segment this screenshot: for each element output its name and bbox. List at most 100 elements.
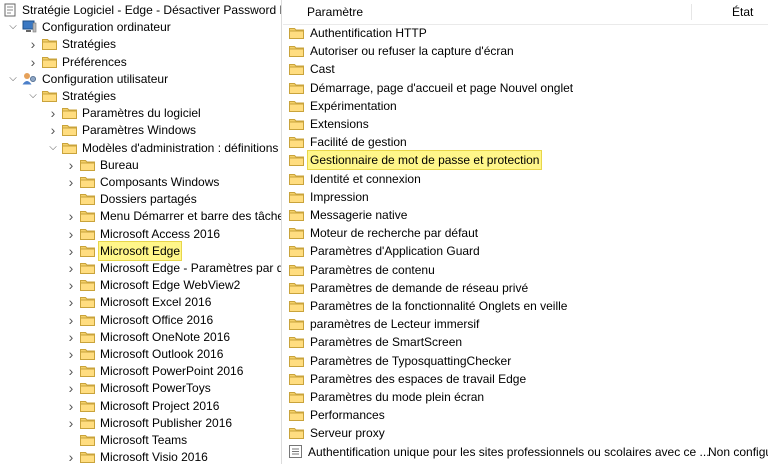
tree-item[interactable]: › Microsoft PowerPoint 2016 <box>64 362 244 380</box>
chevron-right-icon[interactable]: › <box>64 414 78 432</box>
settings-list-item[interactable]: Performances <box>287 406 387 424</box>
chevron-right-icon[interactable]: › <box>26 53 40 71</box>
setting-icon <box>289 444 302 463</box>
chevron-right-icon[interactable]: › <box>64 156 78 174</box>
tree-item[interactable]: › Microsoft Outlook 2016 <box>64 345 224 363</box>
chevron-right-icon[interactable]: › <box>64 207 78 225</box>
settings-list-item[interactable]: Expérimentation <box>287 97 399 115</box>
settings-list-item[interactable]: Cast <box>287 60 337 78</box>
tree-item[interactable]: Stratégie Logiciel - Edge - Désactiver P… <box>2 1 282 19</box>
chevron-down-icon[interactable]: ⌵ <box>26 87 40 105</box>
chevron-right-icon[interactable]: › <box>64 379 78 397</box>
settings-item-label: Facilité de gestion <box>310 135 407 150</box>
settings-list-item[interactable]: Authentification HTTP <box>287 24 429 42</box>
chevron-right-icon[interactable]: › <box>64 448 78 464</box>
tree-item[interactable]: › Microsoft Excel 2016 <box>64 293 212 311</box>
settings-list-item[interactable]: Paramètres des espaces de travail Edge <box>287 370 528 388</box>
tree-item[interactable]: › Bureau <box>64 156 140 174</box>
settings-item-label: Paramètres d'Application Guard <box>310 244 480 259</box>
chevron-right-icon[interactable]: › <box>64 328 78 346</box>
chevron-right-icon[interactable]: › <box>64 242 78 260</box>
settings-list-item[interactable]: Facilité de gestion <box>287 133 409 151</box>
tree-item[interactable]: Microsoft Teams <box>64 431 188 449</box>
chevron-right-icon[interactable]: › <box>64 362 78 380</box>
tree-item[interactable]: › Microsoft Visio 2016 <box>64 448 209 464</box>
settings-list-item[interactable]: Impression <box>287 188 371 206</box>
settings-item-label: Paramètres des espaces de travail Edge <box>310 371 527 386</box>
settings-item-label: Messagerie native <box>310 208 408 222</box>
tree-item-label: Configuration ordinateur <box>42 20 171 35</box>
chevron-right-icon[interactable]: › <box>64 345 78 363</box>
tree-item[interactable]: › Microsoft Edge WebView2 <box>64 276 241 294</box>
column-divider[interactable] <box>691 4 692 20</box>
tree-item[interactable]: ⌵ Configuration ordinateur <box>6 18 172 36</box>
settings-list-item[interactable]: Démarrage, page d'accueil et page Nouvel… <box>287 79 575 97</box>
settings-list-item[interactable]: Paramètres de demande de réseau privé <box>287 279 530 297</box>
chevron-right-icon[interactable]: › <box>46 121 60 139</box>
tree-item[interactable]: Dossiers partagés <box>64 190 198 208</box>
tree-item-label: Stratégie Logiciel - Edge - Désactiver P… <box>22 3 282 17</box>
chevron-right-icon[interactable]: › <box>64 311 78 329</box>
tree-item[interactable]: › Microsoft Edge - Paramètres par défa <box>64 259 281 277</box>
tree-item[interactable]: › Microsoft Office 2016 <box>64 311 214 329</box>
chevron-right-icon[interactable]: › <box>64 173 78 191</box>
tree-item[interactable]: ⌵ Configuration utilisateur <box>6 70 169 88</box>
tree-item[interactable]: ⌵ Stratégies <box>26 87 117 105</box>
tree-item[interactable]: › Stratégies <box>26 35 117 53</box>
tree-item-label: Composants Windows <box>100 175 220 189</box>
chevron-right-icon[interactable]: › <box>64 259 78 277</box>
tree-item[interactable]: › Préférences <box>26 53 128 71</box>
settings-item-label: Moteur de recherche par défaut <box>310 226 479 241</box>
tree-item[interactable]: › Composants Windows <box>64 173 220 191</box>
settings-list-pane: Paramètre État Authentification HTTP Auto… <box>283 0 768 464</box>
column-header-state[interactable]: État <box>732 5 753 19</box>
settings-item-label: Paramètres de SmartScreen <box>310 335 463 350</box>
settings-list-item[interactable]: Moteur de recherche par défaut <box>287 224 480 242</box>
settings-list-item[interactable]: Paramètres de TyposquattingChecker <box>287 352 513 370</box>
tree-item[interactable]: › Microsoft Edge <box>64 240 183 261</box>
tree-item-label: Stratégies <box>62 37 117 52</box>
settings-list-item[interactable]: Extensions <box>287 115 371 133</box>
chevron-right-icon[interactable]: › <box>64 397 78 415</box>
settings-list-item[interactable]: Paramètres de contenu <box>287 261 437 279</box>
chevron-down-icon[interactable]: ⌵ <box>46 139 60 157</box>
settings-list-item[interactable]: Autoriser ou refuser la capture d'écran <box>287 42 516 60</box>
settings-list-item[interactable]: Messagerie native <box>287 206 409 224</box>
settings-list-item[interactable]: Paramètres de la fonctionnalité Onglets … <box>287 297 569 315</box>
tree-item-label: Paramètres du logiciel <box>82 106 201 121</box>
tree-item[interactable]: › Microsoft Access 2016 <box>64 225 221 243</box>
settings-item-label: Paramètres de contenu <box>310 262 435 277</box>
settings-list-item[interactable]: paramètres de Lecteur immersif <box>287 315 481 333</box>
tree-item[interactable]: ⌵ Modèles d'administration : définitions … <box>46 139 281 157</box>
tree-item[interactable]: › Microsoft PowerToys <box>64 379 212 397</box>
tree-item[interactable]: › Microsoft OneNote 2016 <box>64 328 231 346</box>
chevron-right-icon[interactable]: › <box>64 293 78 311</box>
settings-item-label: Paramètres de demande de réseau privé <box>310 280 529 295</box>
column-header-setting[interactable]: Paramètre <box>307 5 363 19</box>
tree-item-label: Microsoft Office 2016 <box>100 312 214 327</box>
settings-item-label: Paramètres de la fonctionnalité Onglets … <box>310 299 568 313</box>
settings-item-label: Cast <box>310 62 335 77</box>
tree-item[interactable]: › Microsoft Publisher 2016 <box>64 414 233 432</box>
tree-item-label: Microsoft Teams <box>100 433 188 447</box>
settings-list-item[interactable]: Paramètres de SmartScreen <box>287 333 464 351</box>
chevron-right-icon[interactable]: › <box>46 104 60 122</box>
tree-item[interactable]: › Microsoft Project 2016 <box>64 397 220 415</box>
chevron-right-icon[interactable]: › <box>64 276 78 294</box>
settings-list-item[interactable]: Paramètres d'Application Guard <box>287 242 482 260</box>
settings-item-label: Impression <box>310 189 369 204</box>
tree-item[interactable]: › Paramètres du logiciel <box>46 104 202 122</box>
settings-list-item[interactable]: Gestionnaire de mot de passe et protecti… <box>287 150 543 171</box>
tree-item-label: Microsoft PowerToys <box>100 381 211 396</box>
chevron-right-icon[interactable]: › <box>64 225 78 243</box>
tree-item[interactable]: › Menu Démarrer et barre des tâches <box>64 207 281 225</box>
settings-list-item[interactable]: Paramètres du mode plein écran <box>287 388 486 406</box>
chevron-down-icon[interactable]: ⌵ <box>6 70 20 88</box>
chevron-down-icon[interactable]: ⌵ <box>6 18 20 36</box>
tree-item-label: Microsoft OneNote 2016 <box>100 329 231 344</box>
chevron-right-icon[interactable]: › <box>26 35 40 53</box>
settings-list-item[interactable]: Identité et connexion <box>287 170 423 188</box>
settings-list-item[interactable]: Authentification unique pour les sites p… <box>287 443 768 463</box>
tree-item[interactable]: › Paramètres Windows <box>46 121 197 139</box>
settings-list-item[interactable]: Serveur proxy <box>287 424 387 442</box>
